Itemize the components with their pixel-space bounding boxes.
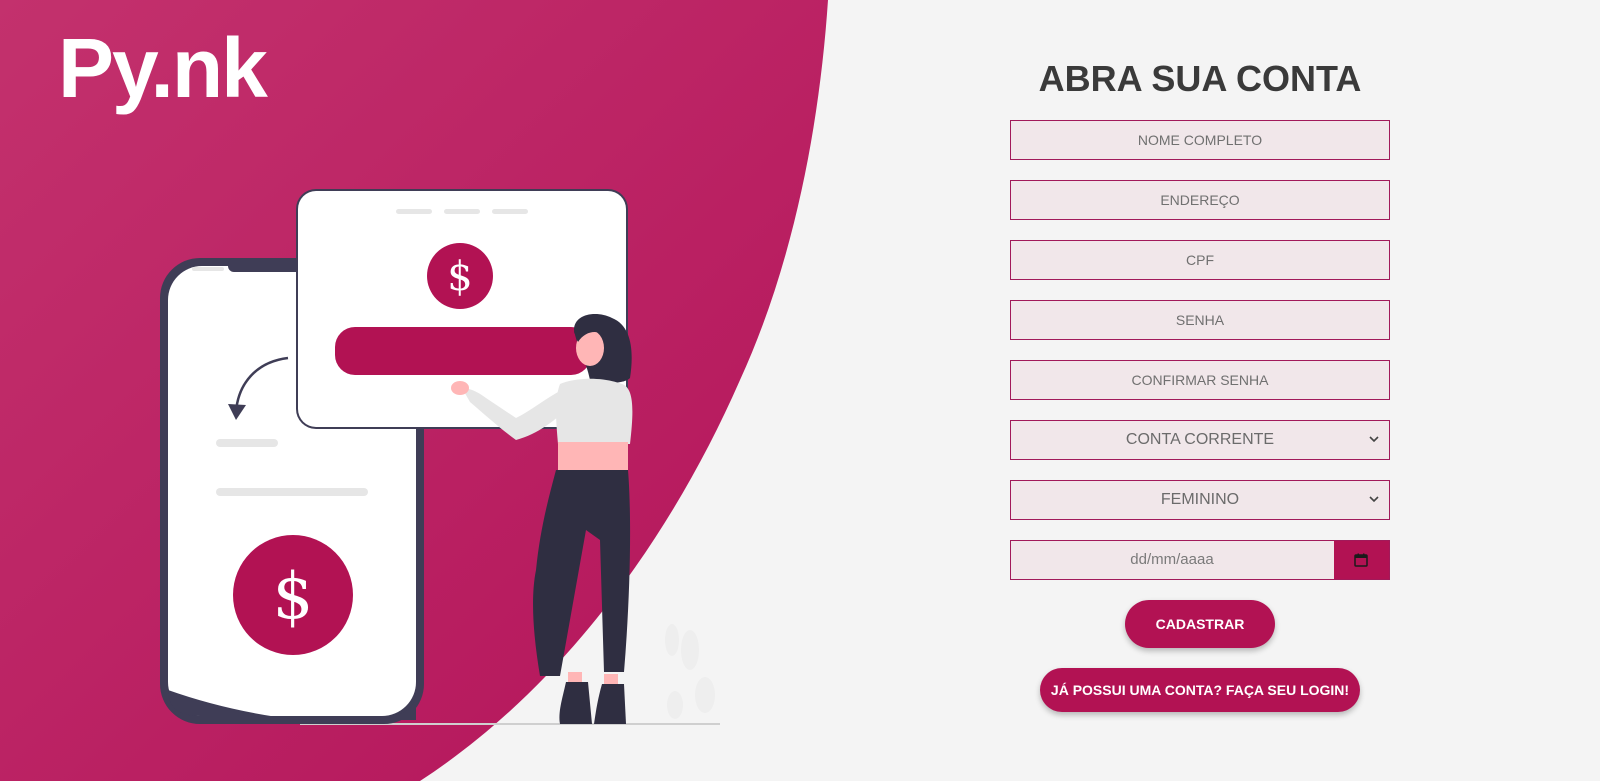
signup-page: Py.nk $ $ ABRA SUA CONTA NOME COMPLETO E… — [0, 0, 1600, 781]
address-input[interactable] — [1010, 180, 1390, 220]
dollar-icon: $ — [427, 243, 493, 309]
account-type-select[interactable]: CONTA CORRENTE — [1010, 420, 1390, 460]
svg-text:$: $ — [273, 560, 314, 634]
chevron-down-icon — [1369, 496, 1379, 503]
plant-icon — [665, 624, 715, 719]
cpf-input[interactable] — [1010, 240, 1390, 280]
calendar-button[interactable] — [1334, 541, 1389, 579]
birth-date-input[interactable]: dd/mm/aaaa — [1010, 540, 1390, 580]
calendar-icon — [1354, 553, 1368, 567]
svg-text:$: $ — [447, 254, 472, 300]
chevron-down-icon — [1369, 436, 1379, 443]
account-type-selected-value: CONTA CORRENTE — [1125, 431, 1275, 448]
full-name-input[interactable] — [1010, 120, 1390, 160]
gender-selected-value: FEMININO — [1160, 491, 1240, 508]
password-input[interactable] — [1010, 300, 1390, 340]
register-button[interactable]: CADASTRAR — [1125, 600, 1275, 648]
signup-form: ABRA SUA CONTA CONTA CORRENTE FEMININO d… — [1010, 58, 1390, 712]
login-link-button[interactable]: JÁ POSSUI UMA CONTA? FAÇA SEU LOGIN! — [1040, 668, 1360, 712]
form-title: ABRA SUA CONTA — [1038, 58, 1362, 99]
dollar-icon: $ — [233, 535, 353, 655]
signup-illustration: $ $ — [160, 189, 720, 725]
gender-select[interactable]: FEMININO — [1010, 480, 1390, 520]
birth-date-placeholder: dd/mm/aaaa — [1130, 551, 1214, 568]
confirm-password-input[interactable] — [1010, 360, 1390, 400]
